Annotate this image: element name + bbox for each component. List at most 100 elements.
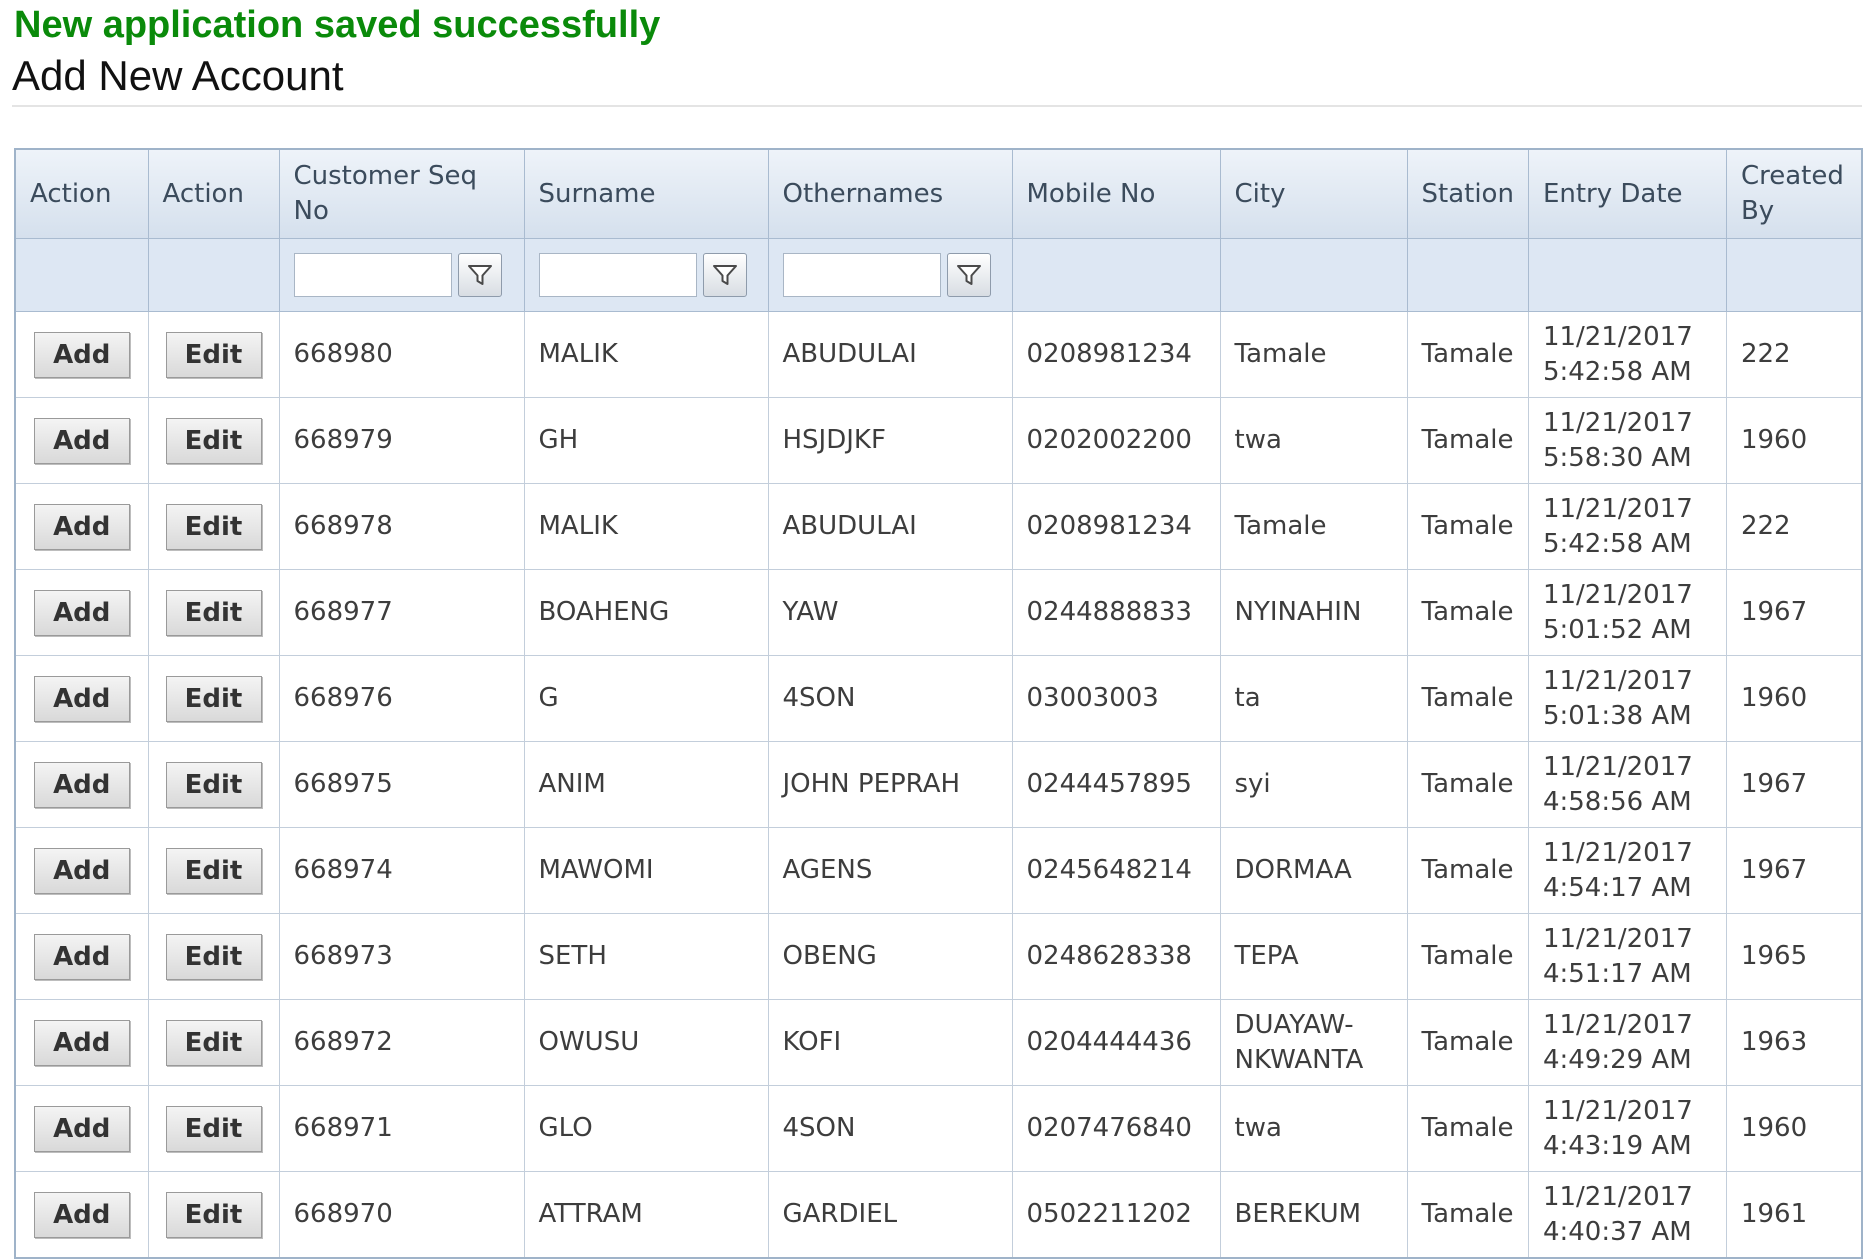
- filter-input-othernames[interactable]: [782, 253, 941, 297]
- table-row[interactable]: Add Edit 668978 MALIK ABUDULAI 0208981234 Tama…: [14, 483, 1863, 570]
- column-header-city[interactable]: City: [1219, 148, 1408, 239]
- entry-date-time: 4:58:56 AM: [1542, 786, 1692, 817]
- filter-cell-surname: [523, 238, 769, 312]
- edit-button[interactable]: Edit: [165, 761, 262, 808]
- table-row[interactable]: Add Edit 668976 G 4SON 03003003 ta Tamale 11/21/…: [14, 655, 1863, 742]
- table-row[interactable]: Add Edit 668970 ATTRAM GARDIEL 0502211202 BERE…: [14, 1171, 1863, 1259]
- cell-othernames: 4SON: [767, 1085, 1013, 1172]
- cell-created-by: 1963: [1725, 999, 1863, 1086]
- cell-entry-date: 11/21/2017 4:49:29 AM: [1527, 999, 1727, 1086]
- add-button[interactable]: Add: [33, 417, 130, 464]
- cell-entry-date: 11/21/2017 5:58:30 AM: [1527, 397, 1727, 484]
- cell-customer-seq-no: 668972: [278, 999, 525, 1086]
- column-header-created-by[interactable]: Created By: [1725, 148, 1863, 239]
- edit-button[interactable]: Edit: [165, 503, 262, 550]
- table-row[interactable]: Add Edit 668974 MAWOMI AGENS 0245648214 DORMAA…: [14, 827, 1863, 914]
- grid-body: Add Edit 668980 MALIK ABUDULAI 0208981234 Tama…: [14, 311, 1863, 1259]
- cell-action-add: Add: [14, 311, 149, 398]
- cell-action-edit: Edit: [147, 311, 280, 398]
- column-header-othernames[interactable]: Othernames: [767, 148, 1013, 239]
- edit-button[interactable]: Edit: [165, 675, 262, 722]
- cell-mobile-no: 0245648214: [1011, 827, 1221, 914]
- cell-station: Tamale: [1406, 655, 1529, 742]
- filter-button-customer-seq-no[interactable]: [457, 253, 502, 297]
- add-button[interactable]: Add: [33, 761, 130, 808]
- edit-button[interactable]: Edit: [165, 933, 262, 980]
- table-row[interactable]: Add Edit 668971 GLO 4SON 0207476840 twa Tamale 1…: [14, 1085, 1863, 1172]
- add-button[interactable]: Add: [33, 933, 130, 980]
- cell-surname: G: [523, 655, 769, 742]
- entry-date-time: 4:51:17 AM: [1542, 958, 1692, 989]
- cell-station: Tamale: [1406, 1171, 1529, 1259]
- cell-station: Tamale: [1406, 999, 1529, 1086]
- cell-city: DORMAA: [1219, 827, 1408, 914]
- filter-cell-empty: [14, 238, 149, 312]
- cell-surname: BOAHENG: [523, 569, 769, 656]
- cell-action-add: Add: [14, 483, 149, 570]
- cell-created-by: 222: [1725, 483, 1863, 570]
- edit-button[interactable]: Edit: [165, 331, 262, 378]
- cell-customer-seq-no: 668977: [278, 569, 525, 656]
- edit-button[interactable]: Edit: [165, 417, 262, 464]
- table-row[interactable]: Add Edit 668979 GH HSJDJKF 0202002200 twa Tamal…: [14, 397, 1863, 484]
- filter-button-othernames[interactable]: [946, 253, 991, 297]
- cell-station: Tamale: [1406, 483, 1529, 570]
- cell-created-by: 1960: [1725, 1085, 1863, 1172]
- success-message: New application saved successfully: [14, 4, 661, 46]
- cell-customer-seq-no: 668974: [278, 827, 525, 914]
- column-header-customer-seq-no[interactable]: Customer Seq No: [278, 148, 525, 239]
- edit-button[interactable]: Edit: [165, 589, 262, 636]
- cell-surname: GLO: [523, 1085, 769, 1172]
- cell-station: Tamale: [1406, 1085, 1529, 1172]
- cell-othernames: YAW: [767, 569, 1013, 656]
- filter-input-surname[interactable]: [538, 253, 697, 297]
- cell-action-edit: Edit: [147, 569, 280, 656]
- table-row[interactable]: Add Edit 668975 ANIM JOHN PEPRAH 0244457895 sy…: [14, 741, 1863, 828]
- cell-action-edit: Edit: [147, 741, 280, 828]
- cell-city: twa: [1219, 397, 1408, 484]
- filter-cell-empty: [147, 238, 280, 312]
- add-button[interactable]: Add: [33, 589, 130, 636]
- entry-date-date: 11/21/2017: [1542, 1095, 1693, 1126]
- cell-city: TEPA: [1219, 913, 1408, 1000]
- add-button[interactable]: Add: [33, 1019, 130, 1066]
- filter-cell-empty: [1011, 238, 1221, 312]
- cell-entry-date: 11/21/2017 5:42:58 AM: [1527, 311, 1727, 398]
- edit-button[interactable]: Edit: [165, 1019, 262, 1066]
- cell-mobile-no: 0208981234: [1011, 311, 1221, 398]
- column-header-surname[interactable]: Surname: [523, 148, 769, 239]
- column-header-station[interactable]: Station: [1406, 148, 1529, 239]
- title-divider: [12, 105, 1862, 107]
- edit-button[interactable]: Edit: [165, 1191, 262, 1238]
- add-button[interactable]: Add: [33, 503, 130, 550]
- edit-button[interactable]: Edit: [165, 1105, 262, 1152]
- add-button[interactable]: Add: [33, 331, 130, 378]
- cell-surname: ATTRAM: [523, 1171, 769, 1259]
- column-header-entry-date[interactable]: Entry Date: [1527, 148, 1727, 239]
- cell-city: ta: [1219, 655, 1408, 742]
- table-row[interactable]: Add Edit 668980 MALIK ABUDULAI 0208981234 Tama…: [14, 311, 1863, 398]
- add-button[interactable]: Add: [33, 1105, 130, 1152]
- cell-action-edit: Edit: [147, 1085, 280, 1172]
- add-button[interactable]: Add: [33, 1191, 130, 1238]
- cell-station: Tamale: [1406, 913, 1529, 1000]
- cell-othernames: 4SON: [767, 655, 1013, 742]
- table-row[interactable]: Add Edit 668977 BOAHENG YAW 0244888833 NYINAHI…: [14, 569, 1863, 656]
- cell-station: Tamale: [1406, 827, 1529, 914]
- entry-date-date: 11/21/2017: [1542, 407, 1693, 438]
- cell-action-edit: Edit: [147, 1171, 280, 1259]
- add-button[interactable]: Add: [33, 847, 130, 894]
- cell-customer-seq-no: 668975: [278, 741, 525, 828]
- cell-created-by: 1967: [1725, 569, 1863, 656]
- cell-customer-seq-no: 668978: [278, 483, 525, 570]
- cell-entry-date: 11/21/2017 5:01:38 AM: [1527, 655, 1727, 742]
- table-row[interactable]: Add Edit 668972 OWUSU KOFI 0204444436 DUAYAW-N…: [14, 999, 1863, 1086]
- cell-city: NYINAHIN: [1219, 569, 1408, 656]
- cell-created-by: 222: [1725, 311, 1863, 398]
- table-row[interactable]: Add Edit 668973 SETH OBENG 0248628338 TEPA Tama…: [14, 913, 1863, 1000]
- filter-input-customer-seq-no[interactable]: [293, 253, 452, 297]
- filter-button-surname[interactable]: [702, 253, 747, 297]
- add-button[interactable]: Add: [33, 675, 130, 722]
- edit-button[interactable]: Edit: [165, 847, 262, 894]
- column-header-mobile-no[interactable]: Mobile No: [1011, 148, 1221, 239]
